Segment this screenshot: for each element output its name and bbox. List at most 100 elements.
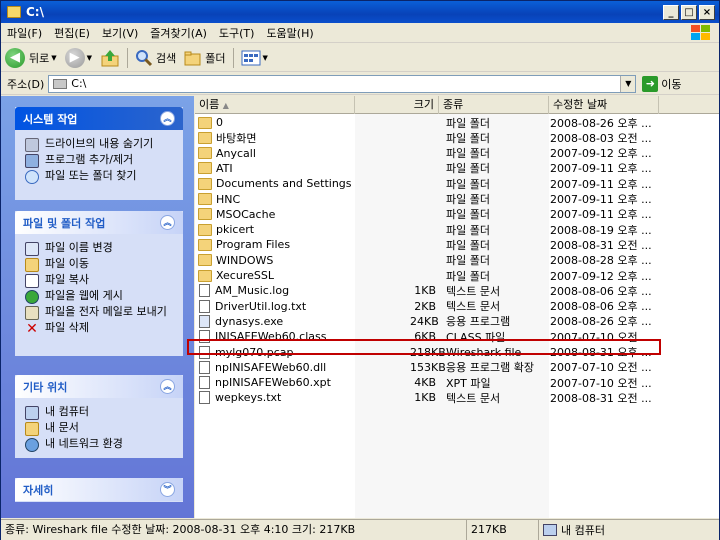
expand-icon[interactable]: ︾: [160, 482, 175, 497]
sort-arrow-icon: ▲: [222, 101, 229, 110]
menu-help[interactable]: 도움말(H): [260, 25, 319, 41]
file-row[interactable]: XecureSSL 파일 폴더 2007-09-12 오후 ...: [195, 268, 719, 283]
file-row[interactable]: Program Files 파일 폴더 2008-08-31 오전 ...: [195, 237, 719, 252]
file-icon: [199, 299, 210, 313]
column-type[interactable]: 종류: [439, 96, 549, 114]
menu-edit[interactable]: 편집(E): [48, 25, 96, 41]
file-row[interactable]: dynasys.exe 24KB 응용 프로그램 2008-08-26 오후 ...: [195, 314, 719, 329]
rename-icon: [25, 242, 39, 256]
go-button[interactable]: ➜ 이동: [642, 75, 682, 92]
file-size: 1KB: [414, 284, 436, 298]
up-button[interactable]: [96, 46, 124, 70]
file-size: 4KB: [414, 376, 436, 390]
file-row[interactable]: 바탕화면 파일 폴더 2008-08-03 오전 ...: [195, 130, 719, 145]
status-location-label: 내 컴퓨터: [561, 524, 605, 537]
forward-button[interactable]: ▶ ▼: [61, 46, 96, 70]
task-rename[interactable]: 파일 이름 변경: [25, 242, 175, 256]
task-label: 프로그램 추가/제거: [45, 153, 134, 166]
forward-arrow-icon: ▶: [64, 47, 85, 68]
file-row[interactable]: Documents and Settings 파일 폴더 2007-09-11 오후…: [195, 176, 719, 191]
file-row[interactable]: 0 파일 폴더 2008-08-26 오후 ...: [195, 115, 719, 130]
file-size: 153KB: [410, 360, 446, 374]
file-type: 파일 폴더: [446, 177, 490, 191]
menu-tools[interactable]: 도구(T): [213, 25, 261, 41]
task-label: 파일 또는 폴더 찾기: [45, 169, 137, 182]
task-move[interactable]: 파일 이동: [25, 258, 175, 272]
file-date: 2008-08-28 오후 ...: [550, 254, 652, 268]
delete-x-icon: ✕: [26, 321, 38, 337]
address-input[interactable]: C:\ ▼: [48, 74, 637, 93]
title-bar[interactable]: C:\ _ □ ×: [1, 1, 719, 23]
views-button[interactable]: ▼: [237, 46, 272, 70]
file-icon: [199, 284, 210, 298]
task-delete[interactable]: ✕ 파일 삭제: [25, 321, 175, 337]
place-my-computer[interactable]: 내 컴퓨터: [25, 406, 175, 420]
file-date: 2008-08-06 오후 ...: [550, 284, 652, 298]
task-hide-drive[interactable]: 드라이브의 내용 숨기기: [25, 138, 175, 152]
other-places-header[interactable]: 기타 위치 ︽: [15, 375, 183, 398]
file-type: 파일 폴더: [446, 147, 490, 161]
file-name-cell: npINISAFEWeb60.dll: [195, 360, 410, 374]
file-name-cell: Documents and Settings: [195, 177, 410, 190]
file-type: 텍스트 문서: [446, 391, 501, 405]
file-row[interactable]: Anycall 파일 폴더 2007-09-12 오후 ...: [195, 146, 719, 161]
file-row[interactable]: AM_Music.log 1KB 텍스트 문서 2008-08-06 오후 ...: [195, 283, 719, 298]
task-pane: 시스템 작업 ︽ 드라이브의 내용 숨기기 프로그램 추가/제거 파일 또는 폴…: [1, 96, 194, 518]
menu-file[interactable]: 파일(F): [1, 25, 48, 41]
task-label: 파일 이름 변경: [45, 241, 113, 254]
column-header: 이름 ▲ 크기 종류 수정한 날짜: [195, 96, 719, 114]
computer-icon: [25, 406, 39, 420]
search-button[interactable]: 검색: [131, 46, 180, 70]
column-date[interactable]: 수정한 날짜: [549, 96, 659, 114]
file-type: 파일 폴더: [446, 116, 490, 130]
task-add-remove[interactable]: 프로그램 추가/제거: [25, 154, 175, 168]
folder-icon: [198, 193, 212, 205]
task-copy[interactable]: 파일 복사: [25, 274, 175, 288]
collapse-icon[interactable]: ︽: [160, 111, 175, 126]
collapse-icon[interactable]: ︽: [160, 215, 175, 230]
file-row[interactable]: MSOCache 파일 폴더 2007-09-11 오후 ...: [195, 207, 719, 222]
file-row[interactable]: HNC 파일 폴더 2007-09-11 오후 ...: [195, 192, 719, 207]
task-publish[interactable]: 파일을 웹에 게시: [25, 290, 175, 304]
close-button[interactable]: ×: [699, 4, 715, 20]
menu-bar: 파일(F) 편집(E) 보기(V) 즐겨찾기(A) 도구(T) 도움말(H): [1, 23, 719, 43]
minimize-button[interactable]: _: [663, 4, 679, 20]
folders-button[interactable]: 폴더: [180, 46, 229, 70]
system-tasks-header[interactable]: 시스템 작업 ︽: [15, 107, 183, 130]
file-tasks-header[interactable]: 파일 및 폴더 작업 ︽: [15, 211, 183, 234]
file-row[interactable]: pkicert 파일 폴더 2008-08-19 오후 ...: [195, 222, 719, 237]
task-label: 드라이브의 내용 숨기기: [45, 137, 154, 150]
file-row[interactable]: npINISAFEWeb60.xpt 4KB XPT 파일 2007-07-10 오전…: [195, 375, 719, 390]
task-search[interactable]: 파일 또는 폴더 찾기: [25, 170, 175, 184]
column-size[interactable]: 크기: [355, 96, 439, 114]
file-tasks-title: 파일 및 폴더 작업: [23, 216, 106, 230]
menu-view[interactable]: 보기(V): [96, 25, 144, 41]
maximize-button[interactable]: □: [681, 4, 697, 20]
file-name: Program Files: [216, 238, 291, 252]
file-size: 2KB: [414, 299, 436, 313]
file-name-cell: HNC: [195, 193, 410, 206]
file-row[interactable]: npINISAFEWeb60.dll 153KB 응용 프로그램 확장 2007-07…: [195, 360, 719, 375]
details-header[interactable]: 자세히 ︾: [15, 478, 183, 501]
file-date: 2008-08-19 오후 ...: [550, 223, 652, 237]
go-arrow-icon: ➜: [642, 75, 659, 92]
file-type: 파일 폴더: [446, 238, 490, 252]
place-network[interactable]: 내 네트워크 환경: [25, 438, 175, 452]
file-date: 2008-08-31 오전 ...: [550, 391, 652, 405]
back-button[interactable]: ◀ 뒤로 ▼: [1, 46, 61, 70]
file-row[interactable]: wepkeys.txt 1KB 텍스트 문서 2008-08-31 오전 ...: [195, 390, 719, 405]
place-my-documents[interactable]: 내 문서: [25, 422, 175, 436]
collapse-icon[interactable]: ︽: [160, 379, 175, 394]
file-row[interactable]: WINDOWS 파일 폴더 2008-08-28 오후 ...: [195, 253, 719, 268]
address-bar: 주소(D) C:\ ▼ ➜ 이동: [1, 73, 719, 95]
file-icon: [199, 376, 210, 390]
explorer-window: C:\ _ □ × 파일(F) 편집(E) 보기(V) 즐겨찾기(A) 도구(T…: [0, 0, 720, 540]
menu-favorites[interactable]: 즐겨찾기(A): [144, 25, 213, 41]
file-row[interactable]: ATI 파일 폴더 2007-09-11 오후 ...: [195, 161, 719, 176]
file-row[interactable]: DriverUtil.log.txt 2KB 텍스트 문서 2008-08-06 오후…: [195, 299, 719, 314]
task-email[interactable]: 파일을 전자 메일로 보내기: [25, 306, 175, 320]
search-label: 검색: [156, 51, 177, 65]
column-name[interactable]: 이름 ▲: [195, 96, 355, 114]
folder-icon: [198, 131, 212, 144]
address-dropdown-icon[interactable]: ▼: [620, 75, 636, 92]
